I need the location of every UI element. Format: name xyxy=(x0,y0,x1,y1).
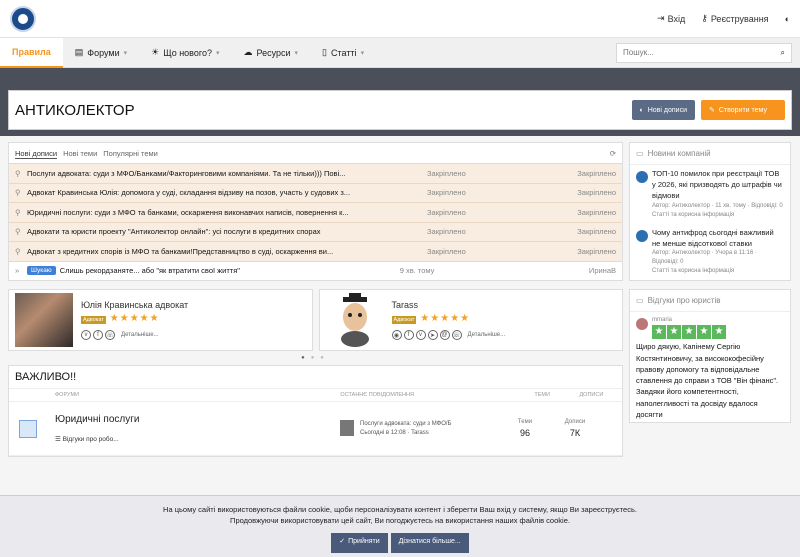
thread-row[interactable]: ⚲ Адвокат з кредитних спорів із МФО та ба… xyxy=(9,241,622,261)
facebook-icon[interactable]: f xyxy=(403,330,414,340)
thread-row[interactable]: ⚲ Послуги адвоката: суди з МФО/Банками/Фа… xyxy=(9,163,622,183)
chat-icon: ▭ xyxy=(636,296,644,306)
chevron-down-icon[interactable]: ▾ xyxy=(361,49,365,57)
tab-resources[interactable]: ☁ Ресурси ▾ xyxy=(231,38,310,68)
chevron-down-icon[interactable]: ▾ xyxy=(124,49,128,57)
tab-articles[interactable]: ▯ Статті ▾ xyxy=(310,38,376,68)
register-link[interactable]: ⚷ Реєстрування xyxy=(701,13,768,24)
chevron-down-icon[interactable]: ▾ xyxy=(216,49,220,57)
title-band: АНТИКОЛЕКТОР ◐ Нові дописи ✎ Створити тему xyxy=(0,68,800,136)
rating-stars: ★★★★★ xyxy=(652,325,727,340)
review-header: mmaria ★ ★ ★ ★ ★ xyxy=(630,312,790,340)
pin-icon: ⚲ xyxy=(15,188,21,198)
news-item[interactable]: ТОП-10 помилок при реєстрації ТОВ у 2026… xyxy=(630,165,790,224)
pin-icon: ⚲ xyxy=(15,246,21,256)
avatar xyxy=(636,318,648,331)
reviews-widget: ▭ Відгуки про юристів mmaria ★ ★ ★ ★ ★ Щиро д… xyxy=(629,289,791,424)
search-icon[interactable]: ⌕ xyxy=(781,48,785,58)
viber-icon[interactable]: v xyxy=(415,330,426,340)
cloud-icon: ☁ xyxy=(243,47,253,57)
pin-icon: ⚲ xyxy=(15,168,21,178)
news-item[interactable]: Чому антифрод сьогодні важливий не менше… xyxy=(630,224,790,281)
expert-card[interactable]: Юлія Кравинська адвокат Адвокат ★★★★★ v f ☏… xyxy=(8,289,313,351)
posts-stat: Дописи 7К xyxy=(564,419,586,438)
search-input[interactable] xyxy=(623,48,781,57)
telegram-icon[interactable]: ➤ xyxy=(427,330,438,340)
theme-toggle-icon[interactable]: ◐ xyxy=(785,14,790,24)
refresh-icon[interactable]: ⟳ xyxy=(610,149,616,159)
main-nav: Правила ▤ Форуми ▾ ☀ Що нового? ▾ ☁ Ресурси ▾ … xyxy=(0,37,800,68)
login-icon: ⇥ xyxy=(657,13,665,23)
avatar xyxy=(636,229,648,242)
forum-title[interactable]: Юридичні послуги xyxy=(55,414,340,425)
tab-popular-topics[interactable]: Популярні теми xyxy=(103,149,158,159)
last-post[interactable]: Послуги адвоката: суди з МФО/Б Сьогодні в… xyxy=(340,419,500,438)
details-link[interactable]: Детальніше... xyxy=(121,332,159,338)
expert-photo xyxy=(15,293,73,347)
pin-icon: ⚲ xyxy=(15,207,21,217)
viber-icon[interactable]: v xyxy=(81,330,91,340)
prefix-badge: Шукаю xyxy=(27,266,56,276)
topics-stat: Теми 96 xyxy=(517,419,533,438)
chat-icon: ▭ xyxy=(636,149,644,158)
news-widget: ▭ Новини компаній ТОП-10 помилок при реєс… xyxy=(629,142,791,282)
thread-row[interactable]: » Шукаю Слишь рекордзаняте... або "як втра… xyxy=(9,260,622,280)
expert-avatar xyxy=(326,293,384,347)
rating-stars: ★★★★★ xyxy=(420,313,471,324)
filter-icon: ◐ xyxy=(639,106,644,114)
tab-forums[interactable]: ▤ Форуми ▾ xyxy=(63,38,139,68)
document-icon: ▯ xyxy=(322,47,327,57)
learn-more-button[interactable]: Дізнатися більше... xyxy=(390,532,469,553)
new-posts-button[interactable]: ◐ Нові дописи xyxy=(631,100,695,120)
top-header: ⇥ Вхід ⚷ Реєстрування ◐ xyxy=(0,0,800,38)
expert-card[interactable]: Tarass Адвокат ★★★★★ ◉ f v ➤ @ ☏ Детальніше... xyxy=(318,289,623,351)
avatar xyxy=(636,171,648,183)
details-link[interactable]: Детальніше... xyxy=(468,332,506,338)
thread-row[interactable]: ⚲ Юридичні послуги: суди з МФО та банками… xyxy=(9,202,622,222)
tab-rules[interactable]: Правила xyxy=(0,37,63,68)
phone-icon[interactable]: ☏ xyxy=(105,330,115,340)
create-topic-button[interactable]: ✎ Створити тему xyxy=(701,100,785,120)
carousel-dots[interactable]: ●●● xyxy=(8,355,623,361)
section-title: ВАЖЛИВО!! xyxy=(9,366,622,389)
search-box: ⌕ xyxy=(616,42,792,63)
review-author[interactable]: mmaria xyxy=(652,316,727,325)
site-logo[interactable] xyxy=(10,5,36,32)
page-title-box: АНТИКОЛЕКТОР ◐ Нові дописи ✎ Створити тему xyxy=(8,90,792,130)
page-title: АНТИКОЛЕКТОР xyxy=(15,101,135,119)
phone-icon[interactable]: ☏ xyxy=(451,330,462,340)
review-text: Щиро дякую, Капінему Сергію Костянтинови… xyxy=(636,342,779,419)
threads-panel: Нові дописи Нові теми Популярні теми ⟳ ⚲… xyxy=(8,142,623,281)
tab-new-posts[interactable]: Нові дописи xyxy=(15,149,58,159)
rating-stars: ★★★★★ xyxy=(109,313,160,324)
important-section: ВАЖЛИВО!! ФОРУМИ ОСТАННЄ ПОВІДОМЛЕННЯ ТЕ… xyxy=(8,365,623,457)
chevron-down-icon[interactable]: ▾ xyxy=(295,49,299,57)
bullet-icon: » xyxy=(15,266,20,276)
role-badge: Адвокат xyxy=(391,316,417,324)
cookie-notice: На цьому сайті використовуються файли co… xyxy=(0,495,800,557)
forum-row[interactable]: Юридичні послуги ☰ Відгуки про робо... П… xyxy=(9,402,622,456)
forum-icon xyxy=(19,419,37,438)
expert-name[interactable]: Tarass xyxy=(392,300,506,310)
forums-icon: ▤ xyxy=(74,47,84,57)
role-badge: Адвокат xyxy=(81,316,106,324)
thread-row[interactable]: ⚲ Адвокат Кравинська Юлія: допомога у суд… xyxy=(9,182,622,202)
subforum-link[interactable]: ☰ Відгуки про робо... xyxy=(55,435,340,443)
key-icon: ⚷ xyxy=(701,13,708,23)
tab-new-topics[interactable]: Нові теми xyxy=(63,149,97,159)
bulb-icon: ☀ xyxy=(151,47,160,57)
edit-icon: ✎ xyxy=(709,107,715,114)
check-icon: ✓ xyxy=(339,538,346,546)
instagram-icon[interactable]: ◉ xyxy=(391,330,402,340)
thread-row[interactable]: ⚲ Адвокати та юристи проекту "Антиколекто… xyxy=(9,221,622,241)
email-icon[interactable]: @ xyxy=(439,330,450,340)
accept-cookies-button[interactable]: ✓ Прийняти xyxy=(331,532,388,553)
tab-whats-new[interactable]: ☀ Що нового? ▾ xyxy=(139,38,231,68)
facebook-icon[interactable]: f xyxy=(93,330,103,340)
user-avatar xyxy=(340,419,354,436)
expert-name[interactable]: Юлія Кравинська адвокат xyxy=(81,300,188,310)
pin-icon: ⚲ xyxy=(15,227,21,237)
login-link[interactable]: ⇥ Вхід xyxy=(657,13,685,24)
